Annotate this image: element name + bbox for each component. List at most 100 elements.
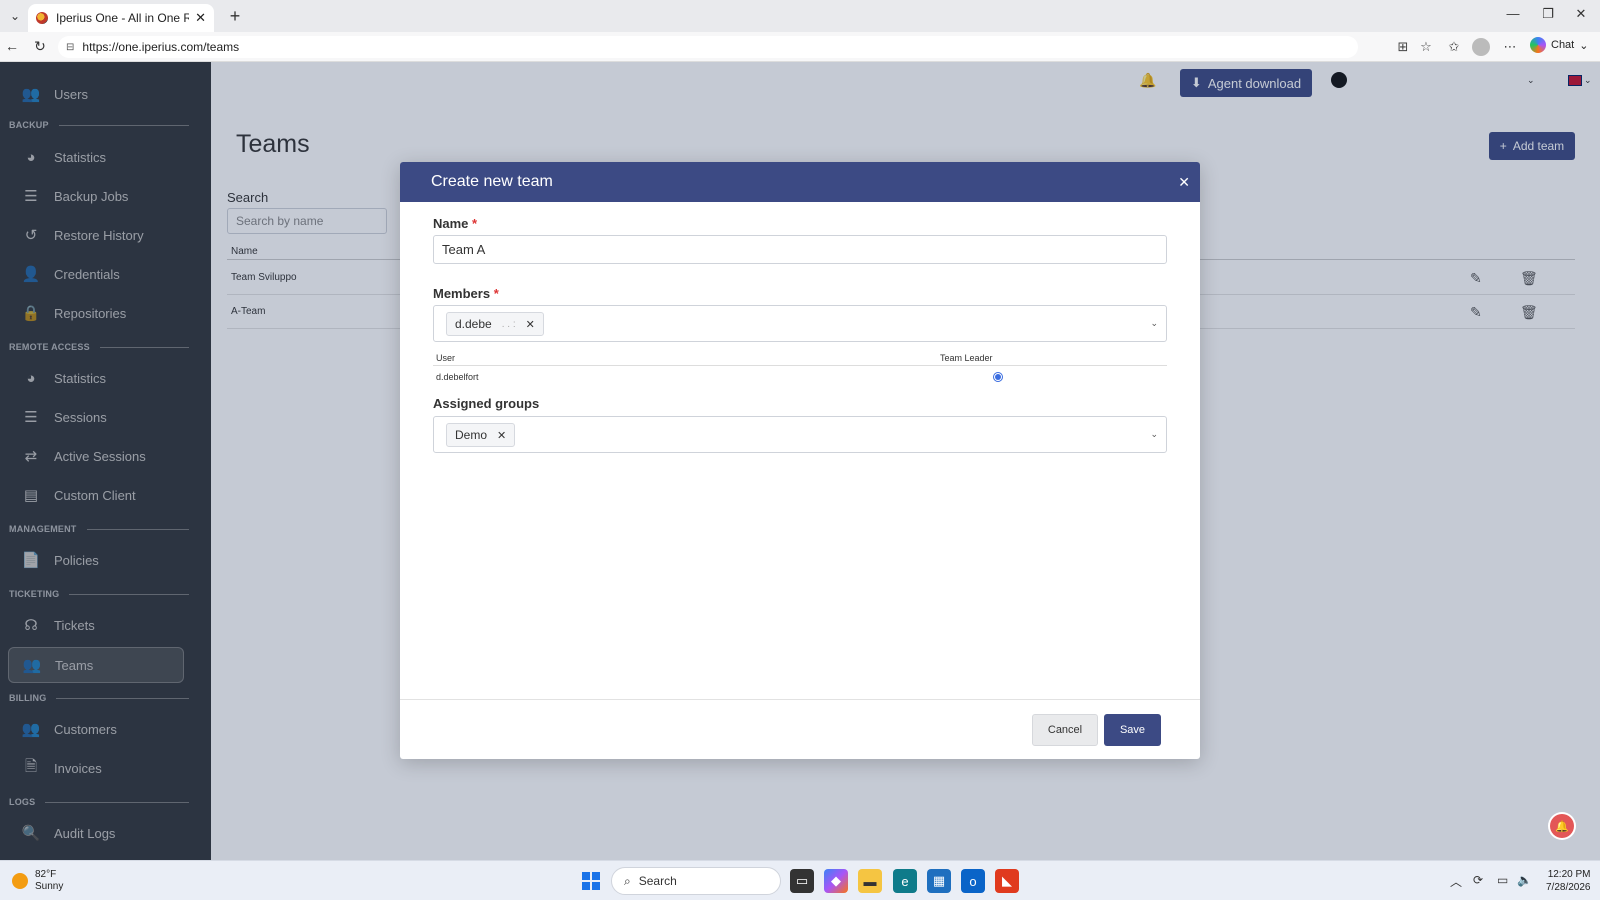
sidebar: 👥 Users BACKUP ◕ Statistics ☰ Backup Job… [0,62,211,860]
chip-remove-icon[interactable]: ✕ [497,429,506,442]
store-icon[interactable]: ▦ [927,869,951,893]
sidebar-item-label: Restore History [54,227,144,243]
members-table-header: User Team Leader [433,350,1167,366]
sidebar-item-teams[interactable]: 👥 Teams [8,647,184,683]
cancel-button[interactable]: Cancel [1032,714,1098,746]
sidebar-item-active-sessions[interactable]: ⇄ Active Sessions [8,438,184,474]
create-team-modal: Create new team ✕ Name * Team A Members … [400,162,1200,759]
list-icon: ☰ [24,188,38,205]
profile-avatar[interactable] [1472,38,1490,56]
sidebar-item-policies[interactable]: 📄 Policies [8,542,184,578]
sidebar-item-credentials[interactable]: 👤 Credentials [8,256,184,292]
copilot-chat-button[interactable]: Chat ⌄ [1530,37,1588,53]
sidebar-item-remote-statistics[interactable]: ◕ Statistics [8,360,184,396]
search-icon: ⌕ [624,873,631,888]
temperature: 82°F [35,869,57,880]
sidebar-item-label: Active Sessions [54,448,146,464]
team-name-input[interactable]: Team A [433,235,1167,264]
chip-label: d.debe [455,317,492,331]
site-favicon-icon [36,12,48,24]
col-user: User [436,353,456,363]
group-chip: Demo ✕ [446,423,516,447]
modal-title: Create new team [431,173,553,190]
weather-widget[interactable]: 82°F Sunny [35,869,63,893]
col-team-leader: Team Leader [940,353,993,363]
reload-icon[interactable]: ↻ [30,38,50,56]
weather-condition: Sunny [35,881,64,892]
favorite-star-icon[interactable]: ☆ [1416,39,1436,55]
volume-icon[interactable]: 🔈 [1517,873,1532,887]
chevron-down-icon[interactable]: ⌄ [1150,429,1158,440]
copilot-app-icon[interactable]: ◆ [824,869,848,893]
window-icon: ▤ [23,487,39,504]
sidebar-item-customers[interactable]: 👥 Customers [8,711,184,747]
sidebar-item-label: Statistics [54,370,107,386]
windows-start-icon[interactable] [582,872,600,890]
network-icon[interactable]: ▭ [1497,873,1508,887]
favorites-icon[interactable]: ✩ [1444,39,1464,55]
sidebar-item-label: Backup Jobs [54,188,129,204]
file-explorer-icon[interactable]: ▬ [858,869,882,893]
chip-ellipsis: . . : [501,318,516,330]
members-multiselect[interactable]: d.debe . . : ✕ ⌄ [433,305,1167,342]
outlook-icon[interactable]: o [961,869,985,893]
repository-lock-icon: 🔒 [21,305,41,322]
sidebar-item-label: Customers [54,721,117,737]
tab-close-icon[interactable]: ✕ [195,10,206,26]
sidebar-item-invoices[interactable]: 🗎 Invoices [8,750,184,786]
back-arrow-icon[interactable]: ← [2,38,22,56]
help-bell-icon[interactable]: 🔔 [1550,814,1574,838]
chip-remove-icon[interactable]: ✕ [526,318,535,331]
minimize-icon[interactable]: — [1498,6,1528,21]
edge-browser-icon[interactable]: e [893,869,917,893]
new-tab-button[interactable]: + [224,5,246,27]
tab-list-chevron-icon[interactable]: ⌄ [4,6,26,26]
required-mark: * [493,286,499,301]
policy-icon: 📄 [21,552,41,569]
sidebar-item-custom-client[interactable]: ▤ Custom Client [8,477,184,513]
taskbar-clock[interactable]: 12:20 PM 7/28/2026 [1546,868,1591,894]
section-backup: BACKUP [9,120,189,130]
section-management: MANAGEMENT [9,524,189,534]
team-leader-radio[interactable] [993,372,1003,382]
pie-chart-icon: ◕ [26,148,36,166]
taskbar-search[interactable]: ⌕ Search [611,867,781,895]
users-icon: 👥 [21,86,41,103]
browser-tab[interactable]: Iperius One - All in One RMM Suit ✕ [28,4,214,32]
pie-chart-icon: ◕ [26,369,36,387]
tab-title: Iperius One - All in One RMM Suit [56,11,190,25]
sidebar-item-sessions[interactable]: ☰ Sessions [8,399,184,435]
sidebar-item-users[interactable]: 👥 Users [8,76,184,112]
browser-address-bar: ← ↻ ⊟ https://one.iperius.com/teams ⊞ ☆ … [0,32,1600,62]
save-button[interactable]: Save [1104,714,1161,746]
sidebar-item-audit-logs[interactable]: 🔍 Audit Logs [8,815,184,851]
task-view-icon[interactable]: ▭ [790,869,814,893]
window-close-icon[interactable]: ✕ [1566,6,1596,22]
sidebar-item-repositories[interactable]: 🔒 Repositories [8,295,184,331]
chat-label: Chat [1551,39,1575,51]
chevron-down-icon[interactable]: ⌄ [1150,318,1158,329]
app-icon[interactable]: ◣ [995,869,1019,893]
table-row: d.debelfort [433,368,1167,384]
site-info-icon[interactable]: ⊟ [66,42,74,53]
sidebar-item-tickets[interactable]: ☊ Tickets [8,607,184,643]
close-icon[interactable]: ✕ [1178,174,1190,191]
members-label: Members * [433,286,499,301]
tray-chevron-up-icon[interactable]: ︿ [1450,873,1462,890]
clock-time: 12:20 PM [1547,869,1591,880]
sidebar-item-restore-history[interactable]: ↺ Restore History [8,217,184,253]
app-available-icon[interactable]: ⊞ [1393,39,1413,55]
sun-icon[interactable] [12,873,28,889]
more-options-icon[interactable]: ⋯ [1500,39,1520,55]
sidebar-item-label: Credentials [54,266,120,282]
copilot-icon [1530,37,1546,53]
restore-icon[interactable]: ❐ [1533,6,1563,22]
sidebar-item-backup-statistics[interactable]: ◕ Statistics [8,139,184,175]
clock-date: 7/28/2026 [1546,882,1591,893]
sync-icon[interactable]: ⟳ [1473,873,1483,887]
sidebar-item-backup-jobs[interactable]: ☰ Backup Jobs [8,178,184,214]
url-field[interactable]: ⊟ https://one.iperius.com/teams [58,36,1358,58]
users-icon: 👥 [22,657,42,674]
swap-arrows-icon: ⇄ [24,448,38,465]
groups-multiselect[interactable]: Demo ✕ ⌄ [433,416,1167,453]
